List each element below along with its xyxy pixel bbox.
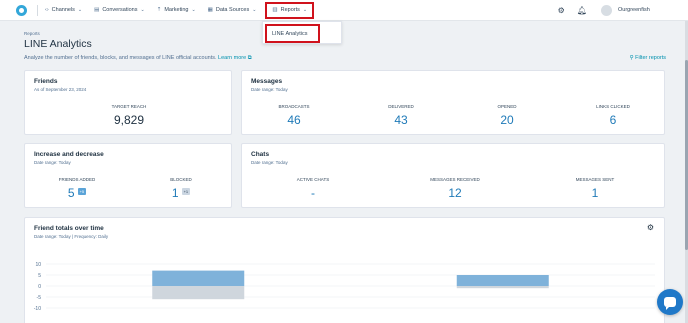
metric-label: OPENED [497, 104, 517, 109]
metric-value: 9,829 [113, 113, 145, 127]
chevron-down-icon: ⌄ [77, 7, 83, 13]
y-tick-label: 0 [38, 284, 41, 290]
notification-bell-icon[interactable]: 🔔︎ [577, 6, 587, 15]
card-title: Friends [34, 78, 58, 85]
bar-negative[interactable] [456, 286, 549, 289]
card-title: Chats [251, 151, 270, 158]
filter-reports-label: Filter reports [635, 55, 666, 61]
metric-value: 1 +1 [151, 186, 211, 200]
delivered-metric: DELIVERED 43 [371, 104, 431, 127]
y-tick-label: -10 [34, 306, 41, 312]
avatar[interactable] [601, 4, 612, 16]
messages-sent-metric: MESSAGES SENT 1 [565, 177, 625, 200]
card-date-range: Date range: Today [251, 87, 288, 92]
bar-negative[interactable] [152, 286, 245, 300]
nav-marketing-label: Marketing [164, 7, 189, 13]
external-link-icon: ⧉ [247, 55, 252, 61]
nav-marketing[interactable]: ⇡ Marketing ⌄ [157, 7, 196, 13]
breadcrumb[interactable]: Reports [24, 31, 40, 36]
change-badge: +1 [181, 188, 191, 196]
nav-reports[interactable]: ▥ Reports ⌄ [265, 1, 315, 19]
card-title: Increase and decrease [34, 151, 104, 158]
y-tick-label: 5 [38, 273, 41, 279]
chevron-down-icon: ⌄ [191, 7, 196, 13]
friend-totals-chart: 10 5 0 -5 -10 [34, 262, 655, 312]
metric-value: 1 [591, 186, 599, 200]
metric-value: 12 [448, 186, 462, 200]
card-date-range: Date range: Today [34, 160, 71, 165]
active-chats-metric: ACTIVE CHATS - [283, 177, 343, 200]
nav-conversations-label: Conversations [102, 7, 138, 13]
metric-label: MESSAGES RECEIVED [430, 177, 480, 182]
target-reach-metric: TARGET REACH 9,829 [25, 104, 233, 127]
filter-icon: ⚲ [629, 55, 634, 61]
metric-label: BROADCASTS [278, 104, 310, 109]
nav-channels[interactable]: ‹› Channels ⌄ [45, 7, 82, 13]
settings-gear-icon[interactable]: ⚙ [558, 6, 565, 15]
metric-label: DELIVERED [388, 104, 414, 109]
metric-value: 20 [500, 113, 514, 127]
broadcasts-metric: BROADCASTS 46 [264, 104, 324, 127]
friends-added-metric: FRIENDS ADDED 5 +5 [47, 177, 107, 200]
bar-positive[interactable] [456, 275, 549, 286]
y-tick-label: 10 [35, 262, 41, 268]
metric-label: MESSAGES SENT [575, 177, 615, 182]
card-date: As of September 23, 2024 [34, 87, 87, 92]
nav-data-sources-label: Data Sources [215, 7, 250, 13]
nav-reports-label: Reports [280, 7, 300, 13]
nav-right-group: ⚙ 🔔︎ Ourgreenfish [558, 4, 688, 16]
chat-bubble-icon [664, 297, 676, 310]
metric-label: TARGET REACH [111, 104, 147, 109]
page-title: LINE Analytics [24, 38, 92, 50]
card-date-range: Date range: Today [251, 160, 288, 165]
chevron-down-icon: ⌄ [302, 7, 308, 13]
chevron-down-icon: ⌄ [140, 7, 145, 13]
nav-data-sources[interactable]: ▦ Data Sources ⌄ [208, 7, 257, 13]
metric-label: ACTIVE CHATS [296, 177, 330, 182]
chat-icon: ▤ [94, 7, 100, 13]
metric-value: - [311, 186, 315, 200]
friend-totals-card: Friend totals over time Date range: Toda… [24, 217, 665, 323]
database-icon: ▦ [207, 7, 213, 13]
blocked-value: 1 [171, 186, 179, 200]
metric-label: LINKS CLICKED [596, 104, 630, 109]
menu-item-line-analytics[interactable]: LINE Analytics [265, 24, 320, 43]
learn-more-link[interactable]: Learn more ⧉ [218, 55, 252, 61]
metric-value: 46 [287, 113, 301, 127]
increase-decrease-card: Increase and decrease Date range: Today … [24, 143, 232, 208]
blocked-metric: BLOCKED 1 +1 [151, 177, 211, 200]
code-icon: ‹› [45, 7, 49, 13]
reports-dropdown-menu: LINE Analytics [262, 21, 342, 44]
chevron-down-icon: ⌄ [252, 7, 257, 13]
app-logo-icon[interactable] [16, 4, 27, 16]
friends-card: Friends As of September 23, 2024 TARGET … [24, 70, 232, 135]
friends-added-value: 5 [67, 186, 75, 200]
learn-more-label: Learn more [218, 55, 247, 61]
top-navigation: ‹› Channels ⌄ ▤ Conversations ⌄ ⇡ Market… [0, 0, 688, 21]
nav-conversations[interactable]: ▤ Conversations ⌄ [94, 7, 145, 13]
account-name[interactable]: Ourgreenfish [618, 7, 688, 13]
chart-icon: ▥ [272, 7, 278, 13]
megaphone-icon: ⇡ [156, 7, 162, 13]
page-description: Analyze the number of friends, blocks, a… [24, 55, 217, 61]
metric-label: FRIENDS ADDED [58, 177, 96, 182]
links-clicked-metric: LINKS CLICKED 6 [583, 104, 643, 127]
metric-value: 43 [394, 113, 408, 127]
chats-card: Chats Date range: Today ACTIVE CHATS - M… [241, 143, 665, 208]
y-tick-label: -5 [37, 295, 42, 301]
chat-widget-button[interactable] [657, 289, 683, 315]
change-badge: +5 [77, 188, 87, 196]
card-title: Messages [251, 78, 283, 85]
opened-metric: OPENED 20 [477, 104, 537, 127]
filter-reports-button[interactable]: ⚲ Filter reports [630, 55, 666, 61]
metric-value: 5 +5 [47, 186, 107, 200]
nav-divider [37, 4, 38, 16]
page-subtitle: Analyze the number of friends, blocks, a… [24, 55, 252, 62]
messages-card: Messages Date range: Today BROADCASTS 46… [241, 70, 665, 135]
metric-value: 6 [609, 113, 617, 127]
nav-channels-label: Channels [51, 7, 75, 13]
messages-received-metric: MESSAGES RECEIVED 12 [420, 177, 490, 200]
bar-positive[interactable] [152, 270, 245, 286]
metric-label: BLOCKED [170, 177, 192, 182]
